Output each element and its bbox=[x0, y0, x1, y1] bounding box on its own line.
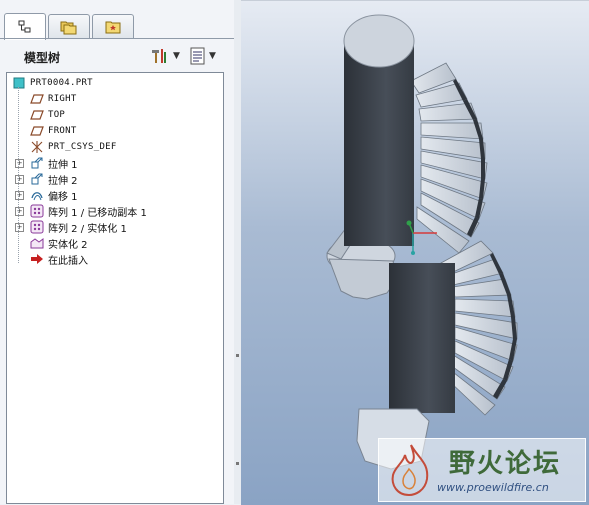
tree-item[interactable]: FRONT bbox=[29, 123, 77, 139]
show-options-button[interactable]: ▼ bbox=[190, 46, 216, 66]
extrude-icon bbox=[29, 156, 45, 170]
tree-item-label: 偏移 1 bbox=[48, 191, 78, 203]
spiral-staircase-model[interactable] bbox=[241, 1, 589, 505]
tree-item-label: 实体化 2 bbox=[48, 239, 88, 251]
insert-arrow-icon bbox=[29, 252, 45, 266]
tree-item-label: RIGHT bbox=[48, 94, 77, 104]
tree-item-label: 阵列 1 / 已移动副本 1 bbox=[48, 207, 147, 219]
tree-item[interactable]: RIGHT bbox=[29, 91, 77, 107]
offset-icon bbox=[29, 188, 45, 202]
model-tree-header: 模型树 ▼ ▼ bbox=[0, 44, 234, 68]
favorites-icon bbox=[105, 21, 121, 34]
expand-toggle[interactable]: + bbox=[15, 223, 24, 232]
expand-toggle[interactable]: + bbox=[15, 207, 24, 216]
settings-tools-button[interactable]: ▼ bbox=[150, 46, 180, 66]
datum-plane-icon bbox=[29, 124, 45, 138]
expand-toggle[interactable]: + bbox=[15, 191, 24, 200]
pattern-icon bbox=[29, 204, 45, 218]
expand-toggle[interactable]: + bbox=[15, 175, 24, 184]
tree-item[interactable]: + 阵列 2 / 实体化 1 bbox=[15, 219, 127, 235]
panel-title: 模型树 bbox=[24, 51, 61, 65]
datum-plane-icon bbox=[29, 92, 45, 106]
extrude-icon bbox=[29, 172, 45, 186]
tree-root-label: PRT0004.PRT bbox=[30, 78, 93, 88]
folder-browser-tab[interactable] bbox=[48, 14, 90, 39]
favorites-tab[interactable] bbox=[92, 14, 134, 39]
chevron-down-icon: ▼ bbox=[173, 51, 180, 61]
tree-item[interactable]: TOP bbox=[29, 107, 65, 123]
navigator-panel: 模型树 ▼ ▼ PRT0004.PRT RIGHT TOP FRONT PRT_CSY… bbox=[0, 0, 235, 504]
expand-toggle[interactable]: + bbox=[15, 159, 24, 168]
flame-logo-icon bbox=[391, 444, 429, 497]
part-icon bbox=[11, 76, 27, 90]
tree-item-label: 阵列 2 / 实体化 1 bbox=[48, 223, 127, 235]
graphics-viewport[interactable]: 野火论坛 www.proewildfire.cn bbox=[241, 0, 589, 505]
panel-splitter[interactable] bbox=[234, 0, 241, 504]
tree-item-label: PRT_CSYS_DEF bbox=[48, 142, 117, 152]
forum-watermark: 野火论坛 www.proewildfire.cn bbox=[378, 438, 586, 502]
hammer-icon bbox=[152, 49, 166, 63]
datum-plane-icon bbox=[29, 108, 45, 122]
tree-icon bbox=[18, 20, 31, 33]
tree-item[interactable]: + 拉伸 1 bbox=[15, 155, 78, 171]
solidify-icon bbox=[29, 236, 45, 250]
folders-icon bbox=[60, 21, 77, 35]
tab-divider bbox=[0, 38, 234, 39]
tree-root[interactable]: PRT0004.PRT bbox=[11, 75, 93, 91]
tree-item[interactable]: PRT_CSYS_DEF bbox=[29, 139, 117, 155]
tree-item-label: FRONT bbox=[48, 126, 77, 136]
list-icon bbox=[190, 47, 205, 65]
tree-item[interactable]: + 拉伸 2 bbox=[15, 171, 78, 187]
tree-item[interactable]: + 偏移 1 bbox=[15, 187, 78, 203]
pattern-icon bbox=[29, 220, 45, 234]
splitter-grip bbox=[236, 354, 239, 357]
csys-icon bbox=[29, 140, 45, 154]
tree-item-label: 拉伸 1 bbox=[48, 159, 78, 171]
tree-item[interactable]: 实体化 2 bbox=[29, 235, 88, 251]
model-tree-tab[interactable] bbox=[4, 13, 46, 40]
chevron-down-icon: ▼ bbox=[209, 51, 216, 61]
model-tree: PRT0004.PRT RIGHT TOP FRONT PRT_CSYS_DEF + 拉伸… bbox=[6, 72, 224, 504]
watermark-url: www.proewildfire.cn bbox=[437, 481, 549, 494]
tree-guide-line bbox=[18, 87, 19, 263]
splitter-grip bbox=[236, 462, 239, 465]
tree-item[interactable]: + 阵列 1 / 已移动副本 1 bbox=[15, 203, 147, 219]
tree-item-label: TOP bbox=[48, 110, 66, 120]
tree-item[interactable]: 在此插入 bbox=[29, 251, 88, 267]
watermark-title: 野火论坛 bbox=[449, 449, 562, 479]
tree-item-label: 拉伸 2 bbox=[48, 175, 78, 187]
tree-item-label: 在此插入 bbox=[48, 255, 88, 267]
